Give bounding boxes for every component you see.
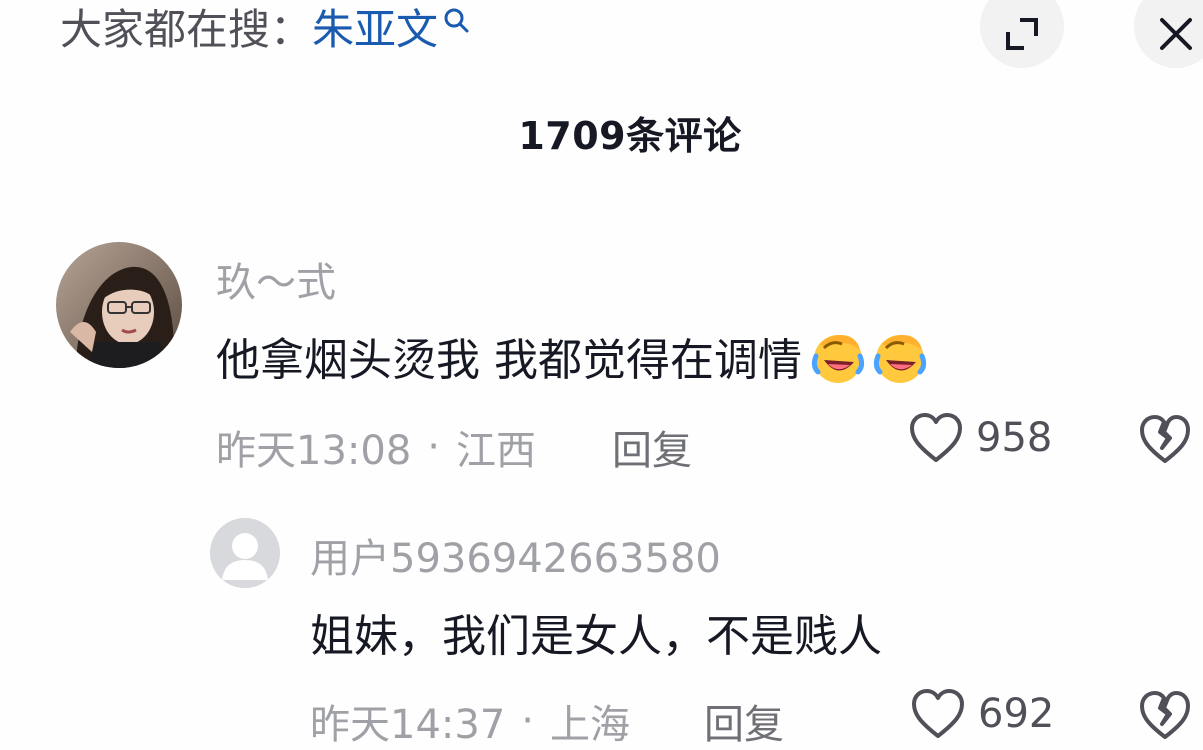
expand-button[interactable] <box>980 0 1064 68</box>
comment-meta: 昨天13:08 · 江西 <box>216 418 536 476</box>
comment-username[interactable]: 玖～式 <box>216 250 336 308</box>
reply-meta: 昨天14:37 · 上海 <box>310 692 630 750</box>
comment-count-title: 1709条评论 <box>518 114 742 158</box>
reply-text: 姐妹，我们是女人，不是贱人 <box>310 602 882 662</box>
reply-content: 姐妹，我们是女人，不是贱人 <box>310 611 882 662</box>
close-icon <box>1160 18 1192 50</box>
reply-username[interactable]: 用户5936942663580 <box>310 526 721 584</box>
like-count: 958 <box>976 415 1053 461</box>
avatar[interactable] <box>56 242 182 368</box>
search-icon <box>444 8 469 33</box>
heart-icon <box>910 413 962 462</box>
avatar[interactable] <box>210 518 280 588</box>
reply-location: 上海 <box>550 702 630 748</box>
broken-heart-icon <box>1140 691 1190 739</box>
dislike-button[interactable] <box>1138 414 1192 470</box>
like-button[interactable]: 958 <box>908 412 1052 464</box>
expand-icon <box>1006 18 1038 50</box>
reply-button[interactable]: 回复 <box>704 692 784 750</box>
broken-heart-icon <box>1140 415 1190 463</box>
laughing-crying-emoji <box>873 335 927 383</box>
search-suggestion[interactable]: 大家都在搜： 朱亚文 <box>60 0 472 60</box>
like-count: 692 <box>978 691 1055 737</box>
user-avatar-photo <box>56 242 182 368</box>
comment-content: 他拿烟头烫我 我都觉得在调情 <box>216 335 802 386</box>
comment-text: 他拿烟头烫我 我都觉得在调情 <box>216 326 930 386</box>
comment-location: 江西 <box>456 428 536 474</box>
default-user-avatar <box>210 518 280 588</box>
search-suggestion-prefix: 大家都在搜： <box>60 5 313 54</box>
reply-button[interactable]: 回复 <box>612 418 692 476</box>
meta-separator: · <box>427 424 440 470</box>
heart-icon <box>912 689 964 738</box>
comment-time: 昨天13:08 <box>216 428 412 474</box>
comments-panel: 大家都在搜： 朱亚文 1709条评论 玖～式 他拿烟头烫我 我都觉得在调情 昨天… <box>0 0 1203 750</box>
meta-separator: · <box>521 698 534 744</box>
like-button[interactable]: 692 <box>910 688 1054 740</box>
close-button[interactable] <box>1134 0 1203 68</box>
laughing-crying-emoji <box>811 335 865 383</box>
search-suggestion-term[interactable]: 朱亚文 <box>312 0 438 60</box>
reply-time: 昨天14:37 <box>310 702 506 748</box>
dislike-button[interactable] <box>1138 690 1192 746</box>
